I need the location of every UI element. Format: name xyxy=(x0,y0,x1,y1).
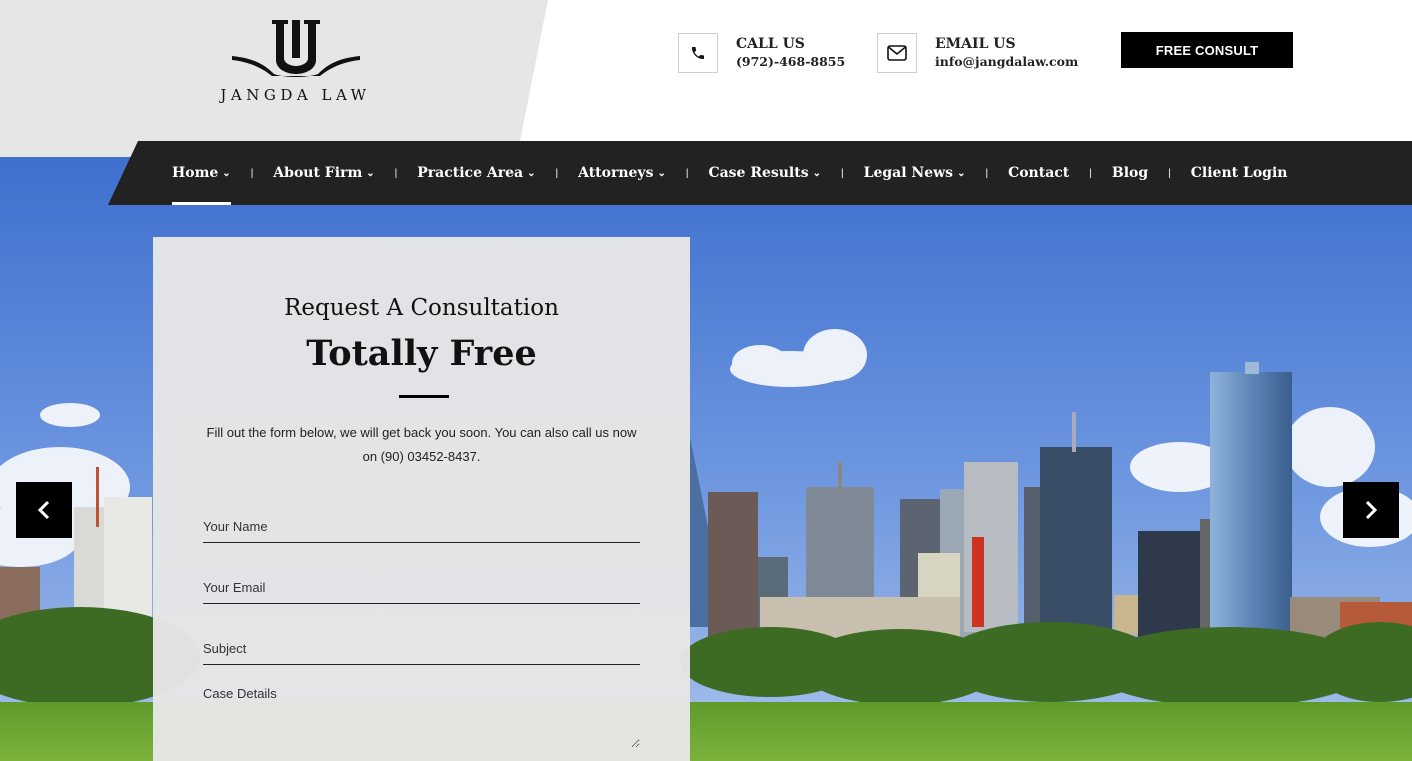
nav-label: Practice Area xyxy=(417,165,524,181)
nav-item-home[interactable]: Home ⌄ xyxy=(172,141,231,205)
email-us-block[interactable]: EMAIL US info@jangdalaw.com xyxy=(877,33,1078,73)
email-address[interactable]: info@jangdalaw.com xyxy=(935,53,1078,70)
nav-separator: | xyxy=(841,167,844,179)
nav-separator: | xyxy=(1168,167,1171,179)
nav-separator: | xyxy=(985,167,989,179)
nav-label: Client Login xyxy=(1190,165,1288,181)
form-heading: Request A Consultation xyxy=(284,295,559,321)
name-field[interactable] xyxy=(203,503,640,543)
nav-separator: | xyxy=(394,167,398,179)
case-details-input[interactable] xyxy=(203,678,640,748)
chevron-left-icon xyxy=(37,500,50,520)
nav-separator: | xyxy=(555,167,559,179)
chevron-right-icon xyxy=(1365,500,1378,520)
slider-prev-button[interactable] xyxy=(16,482,72,538)
brand-logo[interactable]: JANGDA LAW xyxy=(188,18,403,108)
call-us-block[interactable]: CALL US (972)-468-8855 xyxy=(678,33,845,73)
nav-item-client-login[interactable]: Client Login xyxy=(1191,141,1288,205)
chevron-down-icon: ⌄ xyxy=(527,167,536,179)
nav-item-attorneys[interactable]: Attorneys ⌄ xyxy=(578,141,666,205)
chevron-down-icon: ⌄ xyxy=(366,167,375,179)
nav-item-case-results[interactable]: Case Results ⌄ xyxy=(708,141,821,205)
logo-mark-icon xyxy=(232,20,360,77)
nav-label: Blog xyxy=(1111,165,1149,181)
nav-separator: | xyxy=(1089,167,1092,179)
chevron-down-icon: ⌄ xyxy=(222,167,231,179)
nav-label: Home xyxy=(172,165,219,181)
call-us-label: CALL US xyxy=(736,36,805,52)
email-field[interactable] xyxy=(203,564,640,604)
chevron-down-icon: ⌄ xyxy=(657,167,666,179)
chevron-down-icon: ⌄ xyxy=(957,167,966,179)
header-logo-panel-extension xyxy=(0,141,140,157)
case-details-field[interactable] xyxy=(203,678,640,748)
free-consult-button[interactable]: FREE CONSULT xyxy=(1121,32,1293,68)
slider-next-button[interactable] xyxy=(1343,482,1399,538)
main-navigation: Home ⌄ | About Firm ⌄ | Practice Area ⌄ … xyxy=(172,141,1287,205)
subject-field[interactable] xyxy=(203,625,640,665)
consultation-form-card: Request A Consultation Totally Free Fill… xyxy=(153,237,690,761)
nav-item-about-firm[interactable]: About Firm ⌄ xyxy=(273,141,374,205)
nav-separator: | xyxy=(250,167,254,179)
nav-label: Case Results xyxy=(708,165,809,181)
nav-item-blog[interactable]: Blog xyxy=(1112,141,1148,205)
name-input[interactable] xyxy=(203,503,640,542)
nav-item-contact[interactable]: Contact xyxy=(1008,141,1069,205)
nav-label: Attorneys xyxy=(578,165,654,181)
subject-input[interactable] xyxy=(203,625,640,664)
form-subheading: Totally Free xyxy=(306,333,537,374)
nav-label: About Firm xyxy=(273,165,363,181)
nav-item-practice-area[interactable]: Practice Area ⌄ xyxy=(417,141,535,205)
email-us-label: EMAIL US xyxy=(935,36,1016,52)
email-input[interactable] xyxy=(203,564,640,603)
brand-name: JANGDA LAW xyxy=(220,86,371,104)
nav-separator: | xyxy=(685,167,689,179)
nav-label: Legal News xyxy=(863,165,954,181)
call-us-number[interactable]: (972)-468-8855 xyxy=(736,53,845,70)
chevron-down-icon: ⌄ xyxy=(812,167,821,179)
heading-divider xyxy=(399,395,449,398)
phone-icon xyxy=(678,33,718,73)
nav-item-legal-news[interactable]: Legal News ⌄ xyxy=(864,141,966,205)
form-description: Fill out the form below, we will get bac… xyxy=(206,425,637,464)
nav-label: Contact xyxy=(1008,165,1070,181)
envelope-icon xyxy=(877,33,917,73)
